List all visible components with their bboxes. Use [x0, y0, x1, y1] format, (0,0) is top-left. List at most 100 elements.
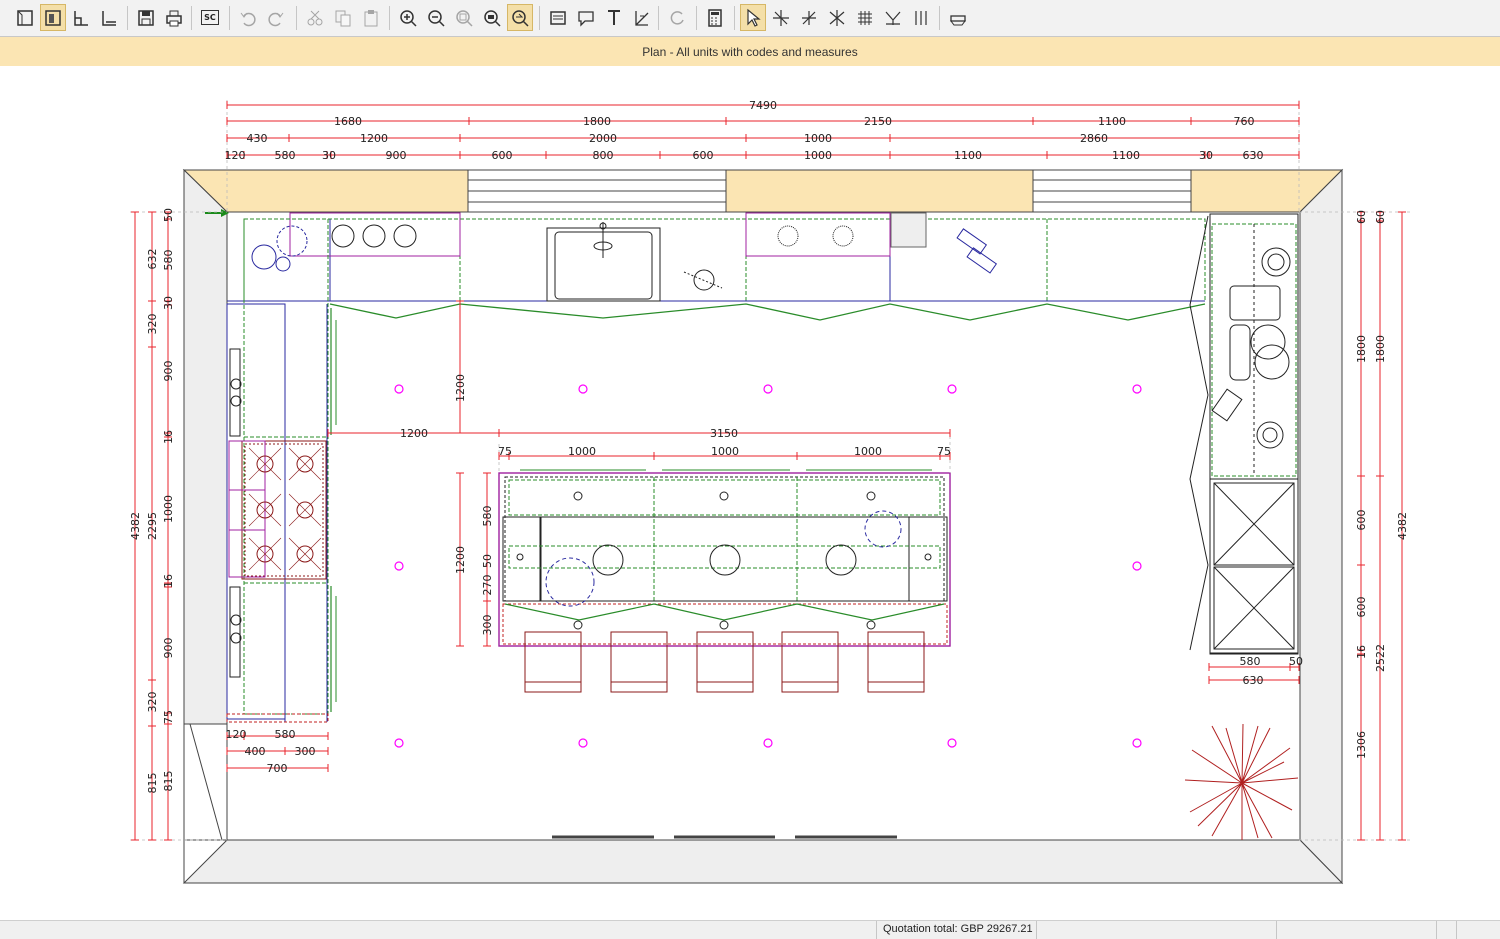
dimension-label: 1200 — [454, 546, 467, 574]
dimension-label: 1200 — [400, 427, 428, 440]
view-title-bar: Plan - All units with codes and measures — [0, 37, 1500, 66]
view-title: Plan - All units with codes and measures — [642, 44, 858, 59]
comment-button[interactable] — [573, 4, 599, 31]
top-base-units[interactable] — [227, 212, 1206, 321]
text-button[interactable] — [601, 4, 627, 31]
paste-button[interactable] — [358, 4, 384, 31]
zoom-fit-button[interactable] — [451, 4, 477, 31]
dimension-label: 1100 — [1112, 149, 1140, 162]
cut-icon — [307, 10, 323, 25]
zoom-out-button[interactable] — [423, 4, 449, 31]
refresh-button[interactable] — [664, 4, 690, 31]
dimension-label: 1000 — [568, 445, 596, 458]
dimension-label: 1200 — [454, 374, 467, 402]
status-cell-empty — [1436, 921, 1456, 939]
zoom-in-button[interactable] — [395, 4, 421, 31]
dimension-label: 7490 — [749, 99, 777, 112]
dimension-label: 632 — [146, 249, 159, 270]
walls — [182, 168, 1344, 885]
kitchen-island[interactable] — [498, 469, 951, 647]
plan-canvas[interactable]: 7490 1680 1800 2150 1100 760 430 1200 2000 1000 28… — [0, 66, 1500, 920]
grid-button[interactable] — [852, 4, 878, 31]
print-button[interactable] — [161, 4, 187, 31]
zoom-window-button[interactable] — [479, 4, 505, 31]
dimension-label: 30 — [322, 149, 336, 162]
zoom-in-icon — [400, 9, 417, 27]
measure-text-button[interactable] — [629, 4, 655, 31]
dimension-label: 3150 — [710, 427, 738, 440]
save-button[interactable] — [133, 4, 159, 31]
dimension-label: 900 — [162, 361, 175, 382]
dimension-label: 1306 — [1355, 731, 1368, 759]
distribute-button[interactable] — [908, 4, 934, 31]
toolbar-separator — [658, 6, 659, 30]
measure-text-icon — [635, 10, 649, 26]
align-button[interactable] — [880, 4, 906, 31]
dimension-label: 16 — [162, 430, 175, 444]
plan-view-button[interactable] — [40, 4, 66, 31]
status-cell-empty — [1276, 921, 1436, 939]
toolbar-separator — [229, 6, 230, 30]
status-cell-main — [0, 921, 860, 939]
ceiling-button[interactable] — [945, 4, 971, 31]
select-icon — [747, 8, 761, 27]
cut-button[interactable] — [302, 4, 328, 31]
dimension-label: 900 — [162, 638, 175, 659]
text-box-button[interactable] — [545, 4, 571, 31]
right-tall-units[interactable] — [1189, 213, 1299, 655]
move-button[interactable] — [768, 4, 794, 31]
dimension-label: 1000 — [711, 445, 739, 458]
room-view-button[interactable] — [12, 4, 38, 31]
status-bar: Quotation total: GBP 29267.21 — [0, 920, 1500, 939]
dimension-label: 60 — [1374, 210, 1387, 224]
dimension-label: 50 — [1289, 655, 1303, 668]
left-base-units[interactable] — [226, 218, 337, 723]
elevation-view-icon — [74, 10, 88, 26]
zoom-window-icon — [484, 9, 501, 27]
dimension-label: 300 — [295, 745, 316, 758]
dimension-label: 16 — [1355, 645, 1368, 659]
elevation-view-button[interactable] — [68, 4, 94, 31]
dimension-label: 1680 — [334, 115, 362, 128]
undo-button[interactable] — [235, 4, 261, 31]
dimension-label: 580 — [275, 728, 296, 741]
dimension-label: 600 — [1355, 597, 1368, 618]
print-icon — [166, 10, 182, 26]
dimension-label: 600 — [1355, 510, 1368, 531]
zoom-previous-button[interactable] — [507, 4, 533, 31]
dimension-label: 760 — [1234, 115, 1255, 128]
comment-icon — [578, 10, 594, 27]
dimension-label: 1800 — [583, 115, 611, 128]
dimension-label: 60 — [1355, 210, 1368, 224]
distribute-icon — [915, 10, 927, 25]
zoom-previous-icon — [512, 9, 529, 27]
redo-button[interactable] — [263, 4, 289, 31]
dimension-label: 1800 — [1374, 335, 1387, 363]
dimension-label: 815 — [162, 771, 175, 792]
paste-icon — [364, 9, 378, 26]
toolbar-separator — [389, 6, 390, 30]
dimension-label: 16 — [162, 574, 175, 588]
dimension-label: 4382 — [1396, 512, 1409, 540]
bar-stools[interactable] — [524, 631, 925, 693]
copy-button[interactable] — [330, 4, 356, 31]
select-button[interactable] — [740, 4, 766, 31]
calculator-button[interactable] — [702, 4, 728, 31]
quotation-total: Quotation total: GBP 29267.21 — [876, 921, 1036, 939]
dimension-label: 580 — [162, 250, 175, 271]
rotate-button[interactable] — [796, 4, 822, 31]
dimension-label: 1000 — [804, 132, 832, 145]
dimension-label: 50 — [162, 208, 175, 222]
save-icon — [138, 9, 154, 26]
undo-icon — [240, 12, 256, 26]
mirror-button[interactable] — [824, 4, 850, 31]
sc-code-button[interactable]: SC — [197, 4, 223, 31]
dimension-label: 30 — [1199, 149, 1213, 162]
wall-view-button[interactable] — [96, 4, 122, 31]
room-view-icon — [17, 9, 33, 26]
dimension-label: 75 — [937, 445, 951, 458]
toolbar: SC — [0, 0, 1500, 37]
dimension-label: 1000 — [162, 495, 175, 523]
rotate-icon — [802, 10, 816, 25]
wall-view-icon — [102, 10, 116, 26]
